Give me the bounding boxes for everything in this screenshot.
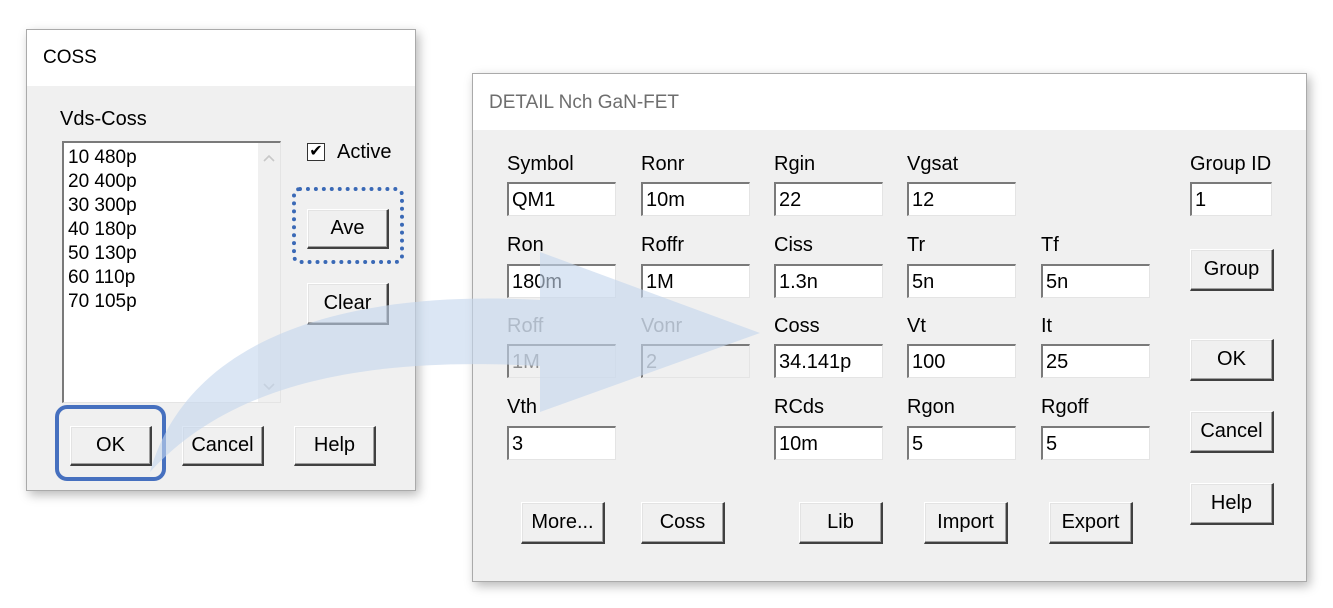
detail-dialog-titlebar[interactable]: DETAIL Nch GaN-FET <box>473 74 1306 130</box>
ok-button-highlight <box>55 405 166 481</box>
ron-label: Ron <box>507 234 544 256</box>
rcds-field[interactable]: 10m <box>774 426 883 460</box>
detail-dialog-title: DETAIL Nch GaN-FET <box>489 92 680 113</box>
vds-coss-listbox[interactable]: 10 480p 20 400p 30 300p 40 180p 50 130p 60 11… <box>62 141 281 403</box>
scroll-down-arrow-icon[interactable] <box>258 376 280 398</box>
rcds-label: RCds <box>774 396 825 418</box>
vds-coss-label: Vds-Coss <box>60 108 147 130</box>
more-button[interactable]: More... <box>521 502 605 544</box>
ciss-label: Ciss <box>774 234 813 256</box>
detail-dialog: DETAIL Nch GaN-FET Symbol QM1 Ronr 10m R… <box>472 73 1307 582</box>
vgsat-label: Vgsat <box>907 153 959 175</box>
clear-button[interactable]: Clear <box>307 283 389 325</box>
roff-label: Roff <box>507 315 544 337</box>
ronr-label: Ronr <box>641 153 685 175</box>
vds-coss-scrollbar[interactable] <box>258 143 280 402</box>
roffr-label: Roffr <box>641 234 684 256</box>
vth-label: Vth <box>507 396 538 418</box>
it-label: It <box>1041 315 1053 337</box>
coss-field[interactable]: 34.141p <box>774 344 883 378</box>
lib-button[interactable]: Lib <box>799 502 883 544</box>
ok-button-detail[interactable]: OK <box>1190 339 1274 381</box>
vds-coss-list-item[interactable]: 60 110p <box>68 266 137 290</box>
coss-dialog-titlebar[interactable]: COSS <box>27 30 415 86</box>
tf-field[interactable]: 5n <box>1041 264 1150 298</box>
ron-field[interactable]: 180m <box>507 264 616 298</box>
vt-label: Vt <box>907 315 926 337</box>
vt-field[interactable]: 100 <box>907 344 1016 378</box>
symbol-field[interactable]: QM1 <box>507 182 616 216</box>
coss-label: Coss <box>774 315 820 337</box>
vds-coss-list-item[interactable]: 50 130p <box>68 242 137 266</box>
symbol-label: Symbol <box>507 153 574 175</box>
tf-label: Tf <box>1041 234 1059 256</box>
coss-button[interactable]: Coss <box>641 502 725 544</box>
vds-coss-list-item[interactable]: 20 400p <box>68 170 137 194</box>
rgon-field[interactable]: 5 <box>907 426 1016 460</box>
import-button[interactable]: Import <box>924 502 1008 544</box>
rgin-label: Rgin <box>774 153 816 175</box>
vgsat-field[interactable]: 12 <box>907 182 1016 216</box>
help-button-detail[interactable]: Help <box>1190 483 1274 525</box>
vds-coss-list: 10 480p 20 400p 30 300p 40 180p 50 130p 60 11… <box>68 146 137 314</box>
scroll-up-arrow-icon[interactable] <box>258 147 280 169</box>
vonr-label: Vonr <box>641 315 683 337</box>
tr-label: Tr <box>907 234 926 256</box>
ave-button-highlight <box>292 187 404 264</box>
rgin-field[interactable]: 22 <box>774 182 883 216</box>
rgoff-field[interactable]: 5 <box>1041 426 1150 460</box>
vds-coss-list-item[interactable]: 30 300p <box>68 194 137 218</box>
vds-coss-list-item[interactable]: 70 105p <box>68 290 137 314</box>
vds-coss-list-item[interactable]: 10 480p <box>68 146 137 170</box>
group-button[interactable]: Group <box>1190 249 1274 291</box>
vds-coss-list-item[interactable]: 40 180p <box>68 218 137 242</box>
it-field[interactable]: 25 <box>1041 344 1150 378</box>
vth-field[interactable]: 3 <box>507 426 616 460</box>
group-id-label: Group ID <box>1190 153 1272 175</box>
rgoff-label: Rgoff <box>1041 396 1089 418</box>
rgon-label: Rgon <box>907 396 955 418</box>
ciss-field[interactable]: 1.3n <box>774 264 883 298</box>
roffr-field[interactable]: 1M <box>641 264 750 298</box>
coss-dialog-title: COSS <box>43 47 97 68</box>
ronr-field[interactable]: 10m <box>641 182 750 216</box>
vonr-field: 2 <box>641 344 750 378</box>
active-label[interactable]: Active <box>337 141 391 164</box>
export-button[interactable]: Export <box>1049 502 1133 544</box>
cancel-button-detail[interactable]: Cancel <box>1190 411 1274 453</box>
checkmark-icon: ✔ <box>309 143 323 160</box>
tr-field[interactable]: 5n <box>907 264 1016 298</box>
active-checkbox[interactable]: ✔ <box>307 143 325 161</box>
roff-field: 1M <box>507 344 616 378</box>
cancel-button[interactable]: Cancel <box>182 426 264 466</box>
group-id-field[interactable]: 1 <box>1190 182 1272 216</box>
help-button[interactable]: Help <box>294 426 376 466</box>
